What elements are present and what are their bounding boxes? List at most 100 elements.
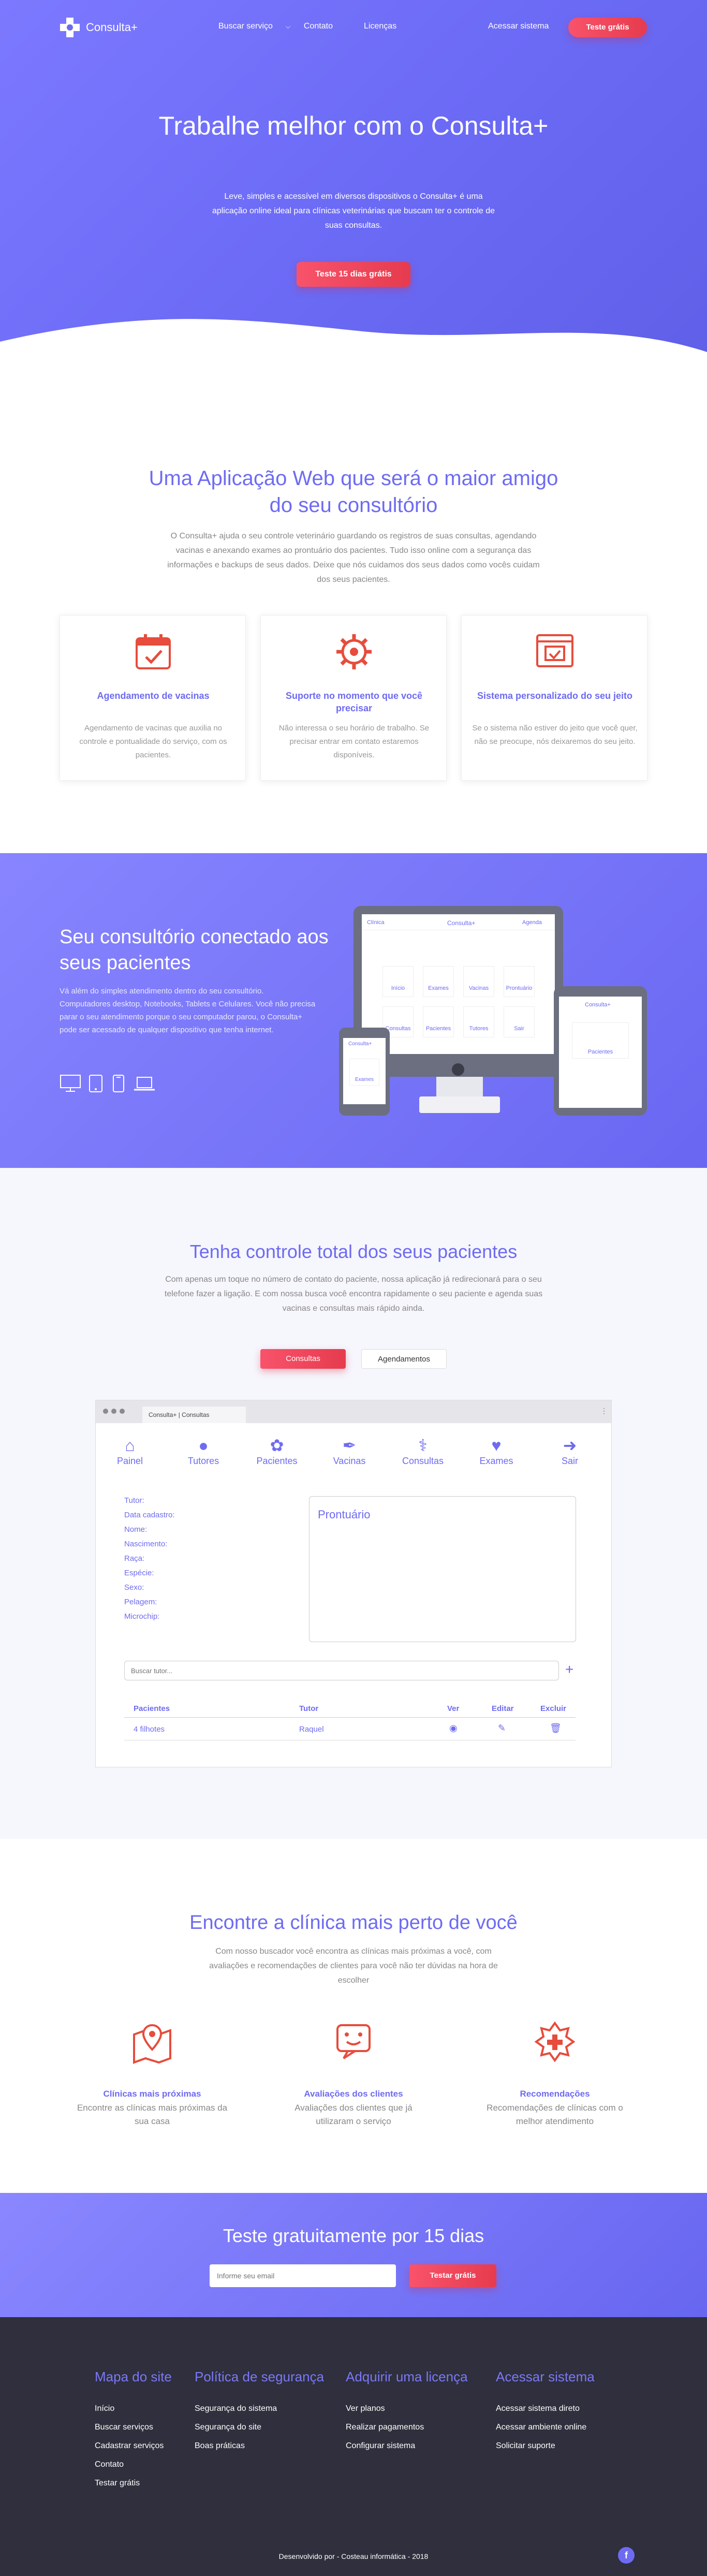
footer-link[interactable]: Testar grátis bbox=[95, 2474, 172, 2493]
hero-title: Trabalhe melhor com o Consulta+ bbox=[158, 111, 549, 140]
toolbar-label: Pacientes bbox=[256, 1456, 298, 1466]
trash-icon[interactable]: 🗑 bbox=[550, 1723, 562, 1734]
trial-title: Teste gratuitamente por 15 dias bbox=[223, 2225, 484, 2246]
feature-card-suporte: Suporte no momento que você precisar Não… bbox=[260, 615, 447, 781]
mock-tile: Pacientes bbox=[423, 1006, 454, 1037]
map-pin-icon bbox=[133, 2024, 171, 2064]
view-icon[interactable]: ◉ bbox=[449, 1723, 458, 1734]
field-label: Nascimento: bbox=[124, 1540, 168, 1548]
paw-icon: ✿ bbox=[270, 1436, 284, 1455]
field-label: Pelagem: bbox=[124, 1598, 157, 1606]
login-link[interactable]: Acessar sistema bbox=[488, 22, 549, 31]
tablet-screen: Consulta+ Pacientes bbox=[559, 997, 642, 1108]
footer-link[interactable]: Segurança do sistema bbox=[195, 2399, 324, 2418]
toolbar-vacinas[interactable]: ✒ Vacinas bbox=[321, 1435, 378, 1467]
logo-cross-icon bbox=[59, 17, 81, 38]
table-header: Pacientes Tutor Ver Editar Excluir bbox=[124, 1699, 576, 1718]
trial-submit-button[interactable]: Testar grátis bbox=[409, 2264, 496, 2287]
toolbar-sair[interactable]: ➜ Sair bbox=[541, 1435, 598, 1467]
footer-link[interactable]: Acessar sistema direto bbox=[496, 2399, 595, 2418]
clinic-item-text: Recomendações de clínicas com o melhor a… bbox=[487, 2103, 623, 2126]
facebook-icon[interactable]: f bbox=[618, 2547, 635, 2564]
footer-link[interactable]: Contato bbox=[95, 2455, 172, 2474]
exit-icon: ➜ bbox=[563, 1436, 577, 1455]
footer-col-licenca: Adquirir uma licença Ver planos Realizar… bbox=[346, 2369, 468, 2455]
search-input[interactable] bbox=[124, 1661, 559, 1680]
edit-icon[interactable]: ✎ bbox=[498, 1723, 506, 1734]
mock-clinic: Clínica bbox=[367, 919, 385, 926]
field-label: Nome: bbox=[124, 1525, 148, 1534]
clinic-item-avaliacoes: Avaliações dos clientes Avaliações dos c… bbox=[276, 2019, 431, 2128]
footer-link[interactable]: Boas práticas bbox=[195, 2437, 324, 2455]
phone-tile: Exames bbox=[349, 1059, 379, 1086]
more-icon[interactable]: ⋮ bbox=[600, 1407, 608, 1415]
desktop-screen: Clínica Consulta+ Agenda Início Exames V… bbox=[362, 914, 555, 1054]
footer-link[interactable]: Acessar ambiente online bbox=[496, 2418, 595, 2437]
toolbar-painel[interactable]: ⌂ Painel bbox=[101, 1435, 158, 1467]
col-editar: Editar bbox=[492, 1704, 514, 1713]
stethoscope-icon: ⚕ bbox=[418, 1436, 428, 1455]
hero-section bbox=[0, 0, 707, 373]
mock-tile: Tutores bbox=[463, 1006, 494, 1037]
tab-consultas[interactable]: Consultas bbox=[260, 1349, 346, 1369]
hero-cta-button[interactable]: Teste 15 dias grátis bbox=[297, 262, 410, 287]
toolbar-label: Painel bbox=[116, 1456, 143, 1466]
clinic-item-recomendacoes: Recomendações Recomendações de clínicas … bbox=[477, 2019, 632, 2128]
device-icons bbox=[60, 1074, 156, 1093]
toolbar-tutores[interactable]: ● Tutores bbox=[175, 1435, 232, 1467]
nav-link-contato[interactable]: Contato bbox=[304, 22, 333, 31]
email-input[interactable] bbox=[210, 2264, 396, 2287]
col-pacientes: Pacientes bbox=[134, 1704, 170, 1713]
footer-col-acessar: Acessar sistema Acessar sistema direto A… bbox=[496, 2369, 595, 2455]
card-title: Suporte no momento que você precisar bbox=[285, 691, 423, 713]
footer-link[interactable]: Ver planos bbox=[346, 2399, 468, 2418]
card-title: Sistema personalizado do seu jeito bbox=[477, 691, 633, 701]
tab-agendamentos[interactable]: Agendamentos bbox=[361, 1349, 447, 1369]
footer-link[interactable]: Configurar sistema bbox=[346, 2437, 468, 2455]
toolbar-consultas[interactable]: ⚕ Consultas bbox=[394, 1435, 451, 1467]
toolbar-exames[interactable]: ♥ Exames bbox=[468, 1435, 525, 1467]
field-label: Data cadastro: bbox=[124, 1511, 175, 1519]
footer-link[interactable]: Cadastrar serviços bbox=[95, 2437, 172, 2455]
browser-icon bbox=[536, 634, 573, 667]
clinic-item-title: Clínicas mais próximas bbox=[103, 2089, 201, 2099]
calendar-icon bbox=[136, 634, 171, 669]
field-label: Espécie: bbox=[124, 1569, 154, 1577]
card-text: Não interessa o seu horário de trabalho.… bbox=[278, 724, 430, 759]
footer-link[interactable]: Realizar pagamentos bbox=[346, 2418, 468, 2437]
laptop-icon bbox=[134, 1077, 155, 1091]
table-row[interactable]: 4 filhotes Raquel ◉ ✎ 🗑 bbox=[124, 1718, 576, 1740]
footer-link[interactable]: Buscar serviços bbox=[95, 2418, 172, 2437]
footer-link[interactable]: Segurança do site bbox=[195, 2418, 324, 2437]
footer-credit: Desenvolvido por - Costeau informática -… bbox=[278, 2552, 429, 2560]
toolbar-pacientes[interactable]: ✿ Pacientes bbox=[248, 1435, 305, 1467]
record-panel[interactable]: Prontuário bbox=[309, 1496, 576, 1642]
footer-col-title: Adquirir uma licença bbox=[346, 2369, 468, 2384]
logo[interactable]: Consulta+ bbox=[59, 17, 138, 38]
col-ver: Ver bbox=[447, 1704, 460, 1713]
toolbar-label: Consultas bbox=[402, 1456, 444, 1466]
nav-links: Buscar serviço ⌵ Contato Licenças bbox=[218, 22, 428, 31]
phone-mockup: Consulta+ Exames bbox=[339, 1028, 390, 1116]
col-excluir: Excluir bbox=[540, 1704, 567, 1713]
footer-link[interactable]: Solicitar suporte bbox=[496, 2437, 595, 2455]
home-icon: ⌂ bbox=[125, 1436, 135, 1455]
clinic-item-title: Recomendações bbox=[520, 2089, 590, 2099]
phone-screen: Consulta+ Exames bbox=[343, 1038, 386, 1104]
footer-col-politica: Política de segurança Segurança do siste… bbox=[195, 2369, 324, 2455]
row-tutor: Raquel bbox=[299, 1725, 324, 1734]
control-text: Com apenas um toque no número de contato… bbox=[164, 1275, 543, 1313]
row-patient: 4 filhotes bbox=[134, 1725, 165, 1734]
browser-tab[interactable]: Consulta+ | Consultas bbox=[142, 1407, 246, 1423]
nav-link-buscar[interactable]: Buscar serviço bbox=[218, 22, 273, 31]
desktop-base bbox=[419, 1096, 500, 1113]
field-label: Microchip: bbox=[124, 1612, 160, 1621]
footer-col-mapa: Mapa do site Início Buscar serviços Cada… bbox=[95, 2369, 172, 2493]
trial-nav-button[interactable]: Teste grátis bbox=[568, 18, 647, 37]
footer-link[interactable]: Início bbox=[95, 2399, 172, 2418]
footer-col-title: Política de segurança bbox=[195, 2369, 325, 2384]
add-icon[interactable]: + bbox=[565, 1661, 573, 1678]
card-title: Agendamento de vacinas bbox=[97, 691, 210, 701]
nav-link-licencas[interactable]: Licenças bbox=[364, 22, 396, 31]
card-text: Agendamento de vacinas que auxilia no co… bbox=[79, 724, 227, 759]
